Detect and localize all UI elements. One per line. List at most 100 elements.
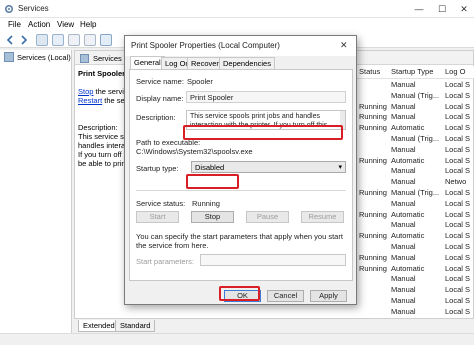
cell-status: Running xyxy=(359,252,387,262)
cell-status: Running xyxy=(359,231,387,241)
table-row[interactable]: Manual Local S xyxy=(357,242,474,252)
refresh-icon[interactable] xyxy=(68,34,80,46)
maximize-icon[interactable]: ☐ xyxy=(435,3,449,15)
cell-logon: Local S xyxy=(445,188,471,197)
menu-file[interactable]: File xyxy=(8,20,21,29)
cancel-button[interactable]: Cancel xyxy=(267,290,304,302)
close-icon[interactable]: ✕ xyxy=(457,3,471,15)
display-name-field[interactable]: Print Spooler xyxy=(186,91,346,103)
pause-button[interactable]: Pause xyxy=(246,211,289,223)
cell-logon: Local S xyxy=(445,252,471,262)
cell-startup: Manual xyxy=(391,198,416,208)
cell-logon: Local S xyxy=(445,198,471,208)
stop-button[interactable]: Stop xyxy=(191,211,234,223)
table-row[interactable]: Running Automatic Local S xyxy=(357,123,474,133)
export-list-icon[interactable] xyxy=(84,34,96,46)
table-row[interactable]: Manual Local S xyxy=(357,274,474,284)
view-tabs: Extended Standard xyxy=(74,319,474,333)
show-hide-tree-icon[interactable] xyxy=(36,34,48,46)
column-log-on-as[interactable]: Log O xyxy=(445,67,465,76)
cell-logon: Local S xyxy=(445,274,471,284)
cell-startup: Manual xyxy=(391,112,416,122)
stop-service-line: Stop the servic xyxy=(78,87,128,96)
console-tree-icon[interactable] xyxy=(52,34,64,46)
back-icon[interactable] xyxy=(4,34,16,46)
start-button[interactable]: Start xyxy=(136,211,179,223)
stop-service-link[interactable]: Stop xyxy=(78,87,93,96)
table-row[interactable]: Manual (Trig... Local S xyxy=(357,91,474,101)
services-header-icon xyxy=(80,54,89,63)
cell-logon: Local S xyxy=(445,123,471,133)
print-spooler-properties-dialog: Print Spooler Properties (Local Computer… xyxy=(124,35,357,305)
service-name-label: Service name: xyxy=(136,77,184,86)
table-row[interactable]: Manual Local S xyxy=(357,80,474,90)
cell-status: Running xyxy=(359,101,387,111)
start-parameters-label: Start parameters: xyxy=(136,257,194,266)
resume-button[interactable]: Resume xyxy=(301,211,344,223)
stop-service-suffix: the servic xyxy=(93,87,128,96)
cell-logon: Local S xyxy=(445,231,471,241)
window-title: Services xyxy=(18,4,49,13)
menu-view[interactable]: View xyxy=(57,20,74,29)
cell-logon: Local S xyxy=(445,263,471,273)
tab-general[interactable]: General xyxy=(130,56,165,70)
cell-startup: Manual xyxy=(391,80,416,89)
column-status[interactable]: Status xyxy=(359,67,380,76)
status-bar xyxy=(0,333,474,345)
table-row[interactable]: Manual (Trig... Local S xyxy=(357,134,474,144)
minimize-icon[interactable]: — xyxy=(412,3,426,15)
table-row[interactable]: Manual Local S xyxy=(357,307,474,317)
dialog-close-icon[interactable]: ✕ xyxy=(340,40,348,51)
restart-service-link[interactable]: Restart xyxy=(78,96,102,105)
cell-logon: Local S xyxy=(445,306,471,316)
table-row[interactable]: Running Manual Local S xyxy=(357,112,474,122)
table-row[interactable]: Manual Local S xyxy=(357,285,474,295)
cell-startup: Automatic xyxy=(391,155,425,165)
table-row[interactable]: Running Manual Local S xyxy=(357,102,474,112)
cell-startup: Automatic xyxy=(391,231,425,241)
cell-logon: Local S xyxy=(445,242,471,251)
forward-icon[interactable] xyxy=(18,34,30,46)
apply-button[interactable]: Apply xyxy=(310,290,347,302)
menu-help[interactable]: Help xyxy=(80,20,96,29)
description-label: Description: xyxy=(136,113,176,122)
selected-service-name: Print Spooler xyxy=(78,69,126,78)
table-row[interactable]: Manual Local S xyxy=(357,220,474,230)
table-row[interactable]: Running Automatic Local S xyxy=(357,210,474,220)
help-icon[interactable] xyxy=(100,34,112,46)
table-row[interactable]: Running Automatic Local S xyxy=(357,231,474,241)
table-row[interactable]: Running Manual Local S xyxy=(357,253,474,263)
startup-type-value: Disabled xyxy=(195,163,225,172)
service-name-value: Spooler xyxy=(187,77,213,86)
stop-button-highlight xyxy=(186,174,239,189)
table-row[interactable]: Manual Local S xyxy=(357,166,474,176)
startup-type-label: Startup type: xyxy=(136,164,179,173)
services-list: Manual Local S Manual (Trig... Local S Runni… xyxy=(357,80,474,318)
separator xyxy=(136,190,346,191)
start-parameters-help: You can specify the start parameters tha… xyxy=(136,232,343,250)
table-row[interactable]: Manual Local S xyxy=(357,145,474,155)
table-row[interactable]: Manual Local S xyxy=(357,296,474,306)
menu-action[interactable]: Action xyxy=(28,20,50,29)
column-startup-type[interactable]: Startup Type xyxy=(391,67,433,76)
services-column-header: Status Startup Type Log O xyxy=(357,66,474,79)
startup-type-select[interactable]: Disabled ▾ xyxy=(191,161,346,173)
table-row[interactable]: Manual Netwo xyxy=(357,177,474,187)
chevron-down-icon: ▾ xyxy=(338,164,342,171)
start-parameters-input[interactable] xyxy=(200,254,346,266)
table-row[interactable]: Running Automatic Local S xyxy=(357,264,474,274)
table-row[interactable]: Running Automatic Local S xyxy=(357,156,474,166)
cell-startup: Manual xyxy=(391,296,416,305)
tab-extended[interactable]: Extended xyxy=(78,320,120,332)
table-row[interactable]: Manual Local S xyxy=(357,199,474,209)
tab-dependencies[interactable]: Dependencies xyxy=(219,57,275,69)
cell-logon: Netwo xyxy=(445,177,467,187)
general-tab-panel: Service name: Spooler Display name: Prin… xyxy=(129,69,353,281)
dialog-title-bar: Print Spooler Properties (Local Computer… xyxy=(125,36,356,56)
cell-startup: Automatic xyxy=(391,123,425,133)
tree-item-services-local[interactable]: Services (Local) xyxy=(17,53,71,62)
cell-status: Running xyxy=(359,112,387,122)
cell-logon: Local S xyxy=(445,209,471,219)
table-row[interactable]: Running Manual (Trig... Local S xyxy=(357,188,474,198)
tab-standard[interactable]: Standard xyxy=(115,320,156,332)
